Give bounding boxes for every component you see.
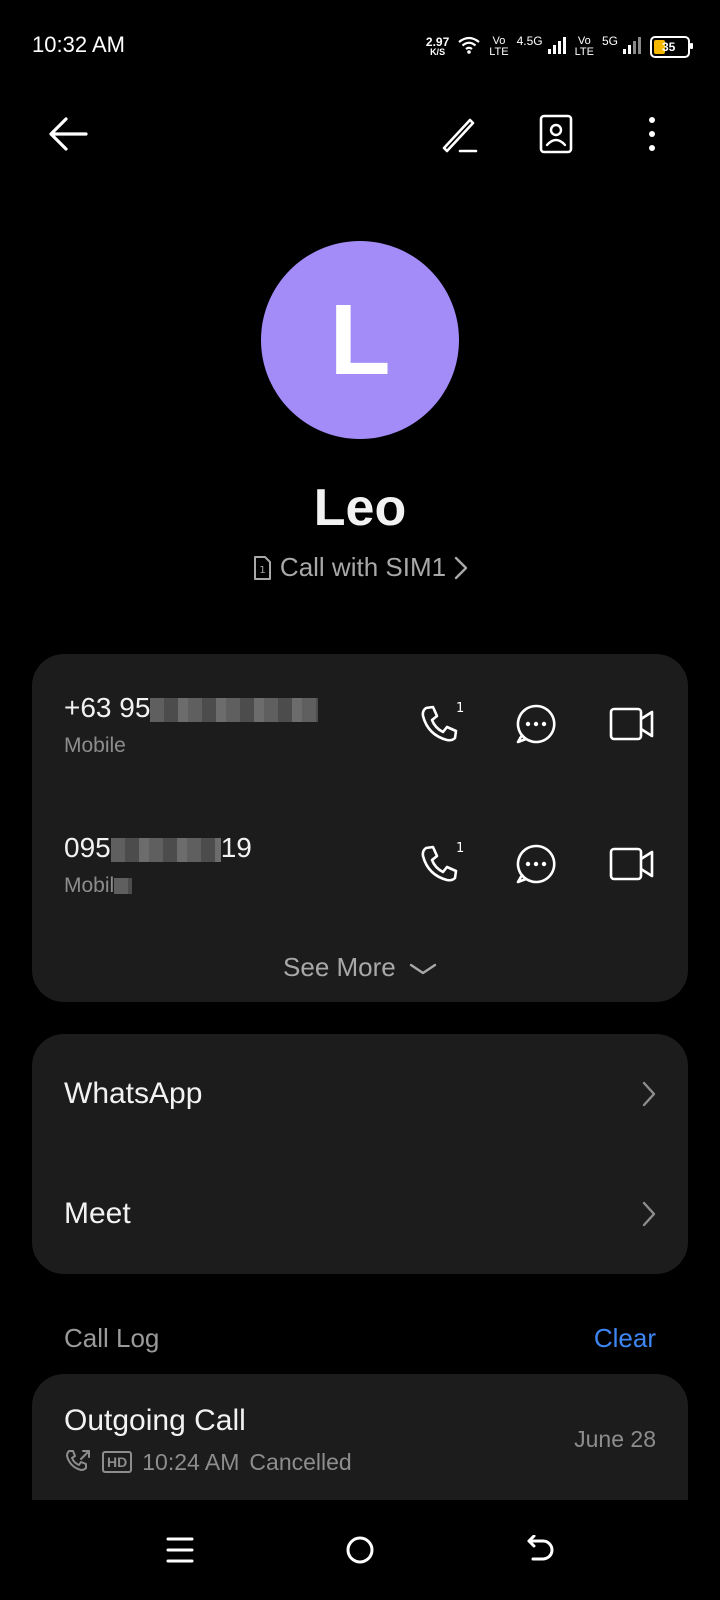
- outgoing-call-icon: [66, 1450, 90, 1471]
- linked-apps-card: WhatsApp Meet: [32, 1034, 688, 1274]
- call-with-label: Call with SIM1: [279, 552, 447, 582]
- message-button[interactable]: [508, 836, 564, 892]
- back-arrow-icon: [49, 117, 88, 151]
- phone-number-text: +63 95: [64, 692, 151, 723]
- call-details: HD 10:24 AM Cancelled: [64, 1448, 352, 1476]
- call-button[interactable]: 1: [412, 836, 468, 892]
- phone-type: Mobil: [64, 874, 133, 898]
- message-button[interactable]: [508, 696, 564, 752]
- status-icons: 2.97 K/S Vo LTE 4.5G Vo LTE 5G 35: [425, 32, 693, 62]
- svg-text:1: 1: [259, 565, 265, 576]
- sim-card-icon: 1: [253, 555, 271, 580]
- signal-icon-2: [622, 35, 642, 60]
- sim2-tech: 5G: [601, 34, 618, 48]
- clear-call-log-button[interactable]: Clear: [594, 1323, 656, 1354]
- edit-button[interactable]: [432, 106, 488, 162]
- sim1-tech: 4.5G: [516, 34, 543, 48]
- navigation-bar: [0, 1500, 720, 1600]
- phone-number: +63 95: [64, 692, 319, 724]
- sim-badge: 1: [456, 701, 464, 716]
- back-icon: [527, 1535, 554, 1561]
- home-button[interactable]: [330, 1520, 390, 1580]
- see-more-label: See More: [283, 952, 396, 982]
- more-options-button[interactable]: [624, 106, 680, 162]
- phone-type-text: Mobil: [64, 874, 115, 897]
- speed-value: 2.97: [425, 35, 450, 49]
- contact-name: Leo: [313, 479, 407, 537]
- recent-apps-button[interactable]: [150, 1520, 210, 1580]
- chevron-right-icon: [454, 556, 468, 579]
- battery-level: 35: [662, 40, 676, 54]
- sim2-lte: LTE: [574, 46, 594, 58]
- redacted-digits: [110, 837, 221, 862]
- back-nav-button[interactable]: [510, 1520, 570, 1580]
- phone-number-end: 19: [220, 832, 252, 863]
- call-time: 10:24 AM: [142, 1448, 240, 1475]
- phone-icon: 1: [421, 841, 464, 882]
- app-row-meet[interactable]: Meet: [64, 1184, 656, 1244]
- video-camera-icon: [609, 707, 654, 741]
- phone-numbers-card: +63 95 Mobile 1 095 19 Mobil 1 See More: [32, 654, 688, 1002]
- avatar: L: [261, 241, 459, 439]
- sim1-volte: Vo LTE: [489, 36, 508, 58]
- wifi-icon: [457, 35, 481, 60]
- call-with-sim[interactable]: 1 Call with SIM1: [0, 552, 720, 583]
- call-status: Cancelled: [249, 1448, 352, 1475]
- app-row-whatsapp[interactable]: WhatsApp: [64, 1064, 656, 1124]
- chevron-right-icon: [642, 1201, 656, 1227]
- call-date: June 28: [574, 1426, 656, 1452]
- phone-number-start: 095: [64, 832, 111, 863]
- menu-icon: [166, 1537, 194, 1563]
- status-time: 10:32 AM: [32, 32, 125, 57]
- back-button[interactable]: [40, 106, 96, 162]
- contact-card-button[interactable]: [528, 106, 584, 162]
- call-log-title: Call Log: [64, 1323, 160, 1353]
- redacted-digits: [150, 697, 319, 722]
- chevron-down-icon: [409, 963, 437, 975]
- video-call-button[interactable]: [604, 836, 660, 892]
- phone-number: 095 19: [64, 832, 252, 864]
- signal-icon: [547, 35, 567, 60]
- app-label: Meet: [64, 1197, 131, 1230]
- see-more-button[interactable]: See More: [32, 952, 688, 983]
- network-speed: 2.97 K/S: [425, 35, 450, 57]
- phone-number-row[interactable]: +63 95 Mobile 1: [32, 692, 688, 762]
- sim-badge: 1: [456, 841, 464, 856]
- sim2-volte: Vo LTE: [575, 36, 594, 58]
- chevron-right-icon: [642, 1081, 656, 1107]
- video-camera-icon: [609, 847, 654, 881]
- call-type: Outgoing Call: [64, 1404, 246, 1437]
- battery-icon: 35: [650, 36, 693, 58]
- contact-card-icon: [539, 114, 573, 154]
- more-vertical-icon: [649, 117, 655, 151]
- phone-number-row[interactable]: 095 19 Mobil 1: [32, 832, 688, 902]
- hd-badge: HD: [102, 1451, 133, 1473]
- speed-unit: K/S: [430, 47, 446, 57]
- call-button[interactable]: 1: [412, 696, 468, 752]
- video-call-button[interactable]: [604, 696, 660, 752]
- message-bubble-icon: [516, 704, 556, 744]
- message-bubble-icon: [516, 844, 556, 884]
- phone-icon: 1: [421, 701, 464, 742]
- pencil-icon: [442, 118, 478, 153]
- phone-type: Mobile: [64, 734, 126, 757]
- sim1-lte: LTE: [489, 46, 509, 58]
- redacted-text: [114, 878, 133, 895]
- home-circle-icon: [346, 1536, 374, 1564]
- app-label: WhatsApp: [64, 1077, 203, 1110]
